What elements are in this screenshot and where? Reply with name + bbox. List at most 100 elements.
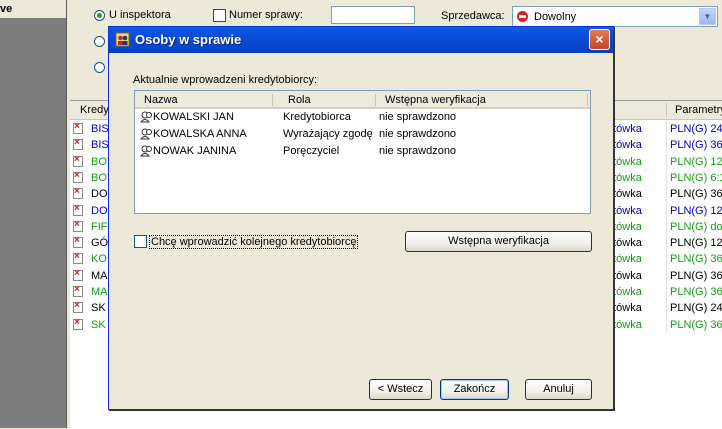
document-error-icon: [73, 219, 83, 232]
row-name: MA: [91, 269, 108, 282]
person-name: KOWALSKA ANNA: [153, 128, 247, 140]
row-name: SK: [91, 318, 106, 331]
list-item[interactable]: NOWAK JANINA Poręczyciel nie sprawdzono: [135, 143, 590, 160]
document-error-icon: [73, 317, 83, 330]
numer-sprawy-label: Numer sprawy:: [229, 9, 303, 21]
document-error-icon: [73, 235, 83, 249]
row-name: MA: [91, 286, 108, 298]
row-separator: [666, 121, 667, 137]
add-borrower-label[interactable]: Chcę wprowadzić kolejnego kredytobiorcę: [149, 235, 359, 249]
person-verification: nie sprawdzono: [379, 111, 457, 123]
persons-list-header: Nazwa Rola Wstępna weryfikacja: [135, 91, 590, 109]
pane-separator[interactable]: [66, 0, 67, 428]
row-parameters: PLN(G) 36: [670, 188, 722, 201]
column-separator: [272, 94, 273, 106]
left-pane-title: ve: [0, 0, 66, 18]
column-wstepna-weryfikacja[interactable]: Wstępna weryfikacja: [385, 94, 486, 106]
left-pane: [0, 0, 66, 428]
dialog-titlebar[interactable]: Osoby w sprawie ×: [109, 27, 613, 53]
document-error-icon: [73, 251, 83, 265]
radio-u-inspektora-label: U inspektora: [109, 9, 171, 21]
row-parameters: PLN(G) 24: [670, 123, 722, 135]
sprzedawca-value: Dowolny: [534, 11, 577, 23]
document-error-icon: [73, 154, 83, 167]
document-error-icon: [73, 186, 83, 200]
row-parameters: PLN(G) 36: [670, 139, 722, 152]
list-item[interactable]: KOWALSKI JAN Kredytobiorca nie sprawdzono: [135, 109, 590, 126]
radio-option-2[interactable]: [94, 36, 105, 47]
document-error-icon: [73, 137, 83, 151]
row-parameters: PLN(G) do: [670, 220, 722, 233]
sprzedawca-select[interactable]: Dowolny ▼: [512, 6, 718, 27]
row-separator: [666, 153, 667, 170]
row-separator: [666, 235, 667, 252]
add-borrower-checkbox[interactable]: [134, 235, 147, 248]
chevron-down-icon[interactable]: ▼: [699, 8, 716, 25]
document-error-icon: [73, 170, 83, 183]
numer-sprawy-checkbox[interactable]: [213, 9, 226, 22]
row-name: BIS: [91, 123, 109, 135]
person-role: Poręczyciel: [283, 145, 340, 157]
sprzedawca-label: Sprzedawca:: [441, 10, 505, 22]
row-separator: [666, 218, 667, 235]
verify-button[interactable]: Wstępna weryfikacja: [405, 231, 592, 252]
row-separator: [666, 169, 667, 186]
row-parameters: PLN(G) 36: [670, 318, 722, 331]
person-name: KOWALSKI JAN: [153, 111, 234, 123]
row-parameters: PLN(G) 24: [670, 302, 722, 315]
column-separator: [375, 94, 376, 106]
row-parameters: PLN(G) 36: [670, 269, 722, 282]
row-name: DO: [91, 204, 108, 217]
document-error-icon: [73, 121, 83, 134]
column-separator: [587, 94, 588, 106]
row-parameters: PLN(G) 36: [670, 253, 722, 266]
person-role: Wyrażający zgodę: [283, 128, 373, 140]
row-name: GÓ: [91, 237, 109, 250]
row-separator: [666, 300, 667, 317]
left-pane-title-text: ve: [0, 3, 13, 15]
close-button[interactable]: ×: [589, 29, 610, 50]
dialog-body: Aktualnie wprowadzeni kredytobiorcy: Naz…: [112, 53, 610, 407]
cancel-button[interactable]: Anuluj: [525, 379, 592, 400]
row-separator: [666, 284, 667, 300]
osoby-w-sprawie-dialog: Osoby w sprawie × Aktualnie wprowadzeni …: [108, 26, 614, 410]
row-name: FIF: [91, 220, 108, 233]
row-parameters: PLN(G) 12: [670, 155, 722, 168]
row-name: BO: [91, 171, 107, 184]
column-kredy[interactable]: Kredy: [80, 104, 109, 116]
row-separator: [666, 251, 667, 268]
document-error-icon: [73, 268, 83, 281]
dialog-title: Osoby w sprawie: [135, 32, 242, 47]
radio-option-3[interactable]: [94, 62, 105, 73]
column-separator: [666, 103, 667, 117]
row-name: SK: [91, 302, 106, 315]
row-name: BIS: [91, 139, 109, 152]
finish-button[interactable]: Zakończ: [440, 379, 509, 400]
stop-icon: [517, 11, 528, 22]
person-icon: [140, 111, 152, 123]
numer-sprawy-input[interactable]: [331, 6, 415, 24]
column-rola[interactable]: Rola: [288, 94, 311, 106]
document-error-icon: [73, 203, 83, 216]
row-separator: [666, 316, 667, 333]
document-error-icon: [73, 300, 83, 314]
person-verification: nie sprawdzono: [379, 145, 457, 157]
row-parameters: PLN(G) 12: [670, 237, 722, 250]
column-parametry[interactable]: Parametry: [675, 104, 722, 116]
radio-u-inspektora[interactable]: [94, 10, 105, 21]
column-nazwa[interactable]: Nazwa: [144, 94, 178, 106]
person-name: NOWAK JANINA: [153, 145, 237, 157]
person-verification: nie sprawdzono: [379, 128, 457, 140]
list-item[interactable]: KOWALSKA ANNA Wyrażający zgodę nie sprawdz…: [135, 126, 590, 143]
row-name: KO: [91, 253, 107, 266]
row-separator: [666, 267, 667, 284]
back-button[interactable]: < Wstecz: [369, 379, 432, 400]
row-name: BO: [91, 155, 107, 168]
persons-list[interactable]: Nazwa Rola Wstępna weryfikacja KOWALSKI …: [134, 90, 591, 214]
row-parameters: PLN(G) 6:1: [670, 171, 722, 184]
person-role: Kredytobiorca: [283, 111, 351, 123]
people-icon: [115, 32, 130, 47]
row-separator: [666, 202, 667, 219]
person-icon: [140, 145, 152, 157]
section-label: Aktualnie wprowadzeni kredytobiorcy:: [133, 74, 318, 86]
